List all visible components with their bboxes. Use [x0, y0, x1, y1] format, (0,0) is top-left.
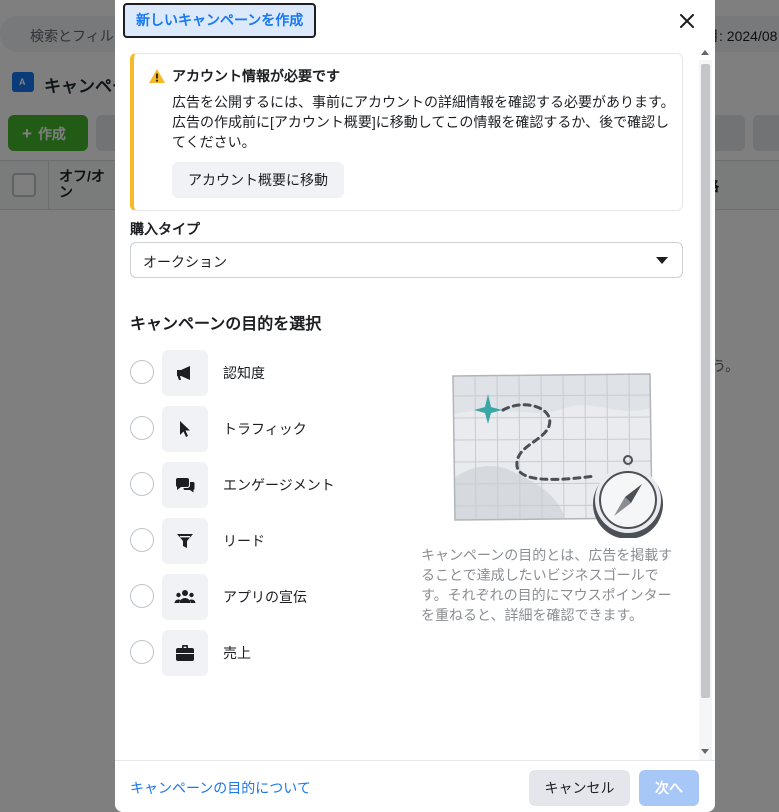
warning-title: アカウント情報が必要です [172, 68, 340, 84]
radio-button[interactable] [130, 584, 154, 608]
objective-label: 認知度 [223, 365, 265, 381]
funnel-icon [162, 518, 208, 564]
objective-label: リード [223, 533, 265, 549]
radio-button[interactable] [130, 640, 154, 664]
scroll-down-arrow-icon[interactable] [701, 749, 709, 754]
objective-label: エンゲージメント [223, 477, 335, 493]
radio-button[interactable] [130, 416, 154, 440]
radio-button[interactable] [130, 528, 154, 552]
close-icon [680, 14, 694, 28]
purchase-type-value: オークション [143, 254, 227, 270]
purchase-type-select[interactable]: オークション [130, 242, 683, 278]
objective-option-sales[interactable]: 売上 [130, 630, 390, 676]
cursor-icon [162, 406, 208, 452]
next-button[interactable]: 次へ [639, 770, 699, 806]
map-compass-illustration [452, 373, 663, 538]
objective-description: キャンペーンの目的とは、広告を掲載することで達成したいビジネスゴールです。それぞ… [421, 547, 673, 623]
objective-option-app-promotion[interactable]: アプリの宣伝 [130, 574, 390, 620]
objectives-heading: キャンペーンの目的を選択 [130, 316, 322, 333]
close-button[interactable] [671, 5, 703, 37]
scroll-up-arrow-icon[interactable] [701, 50, 709, 55]
go-to-account-overview-button[interactable]: アカウント概要に移動 [172, 162, 344, 198]
purchase-type-label: 購入タイプ [130, 221, 200, 237]
objective-label: トラフィック [223, 421, 307, 437]
objective-label: アプリの宣伝 [223, 589, 307, 605]
create-campaign-dialog: 新しいキャンペーンを作成 アカウント情報が必要です 広告を公開するには、事前にア… [115, 0, 715, 812]
warning-icon [149, 69, 165, 83]
dialog-title: 新しいキャンペーンを作成 [123, 3, 317, 38]
objective-label: 売上 [223, 645, 251, 661]
radio-button[interactable] [130, 360, 154, 384]
radio-button[interactable] [130, 472, 154, 496]
objective-option-traffic[interactable]: トラフィック [130, 406, 390, 452]
caret-down-icon [656, 257, 668, 264]
dialog-footer: キャンペーンの目的について キャンセル 次へ [115, 760, 715, 812]
objective-option-leads[interactable]: リード [130, 518, 390, 564]
account-info-warning: アカウント情報が必要です 広告を公開するには、事前にアカウントの詳細情報を確認す… [130, 53, 683, 211]
dialog-header: 新しいキャンペーンを作成 [115, 0, 715, 40]
people-icon [162, 574, 208, 620]
briefcase-icon [162, 630, 208, 676]
megaphone-icon [162, 350, 208, 396]
about-objectives-link[interactable]: キャンペーンの目的について [130, 778, 311, 798]
dialog-body: アカウント情報が必要です 広告を公開するには、事前にアカウントの詳細情報を確認す… [115, 40, 715, 760]
chat-bubbles-icon [162, 462, 208, 508]
objective-option-awareness[interactable]: 認知度 [130, 350, 390, 396]
scrollbar-thumb[interactable] [701, 64, 710, 698]
cancel-button[interactable]: キャンセル [529, 770, 630, 806]
warning-text: 広告を公開するには、事前にアカウントの詳細情報を確認する必要があります。広告の作… [172, 94, 675, 150]
objective-option-engagement[interactable]: エンゲージメント [130, 462, 390, 508]
